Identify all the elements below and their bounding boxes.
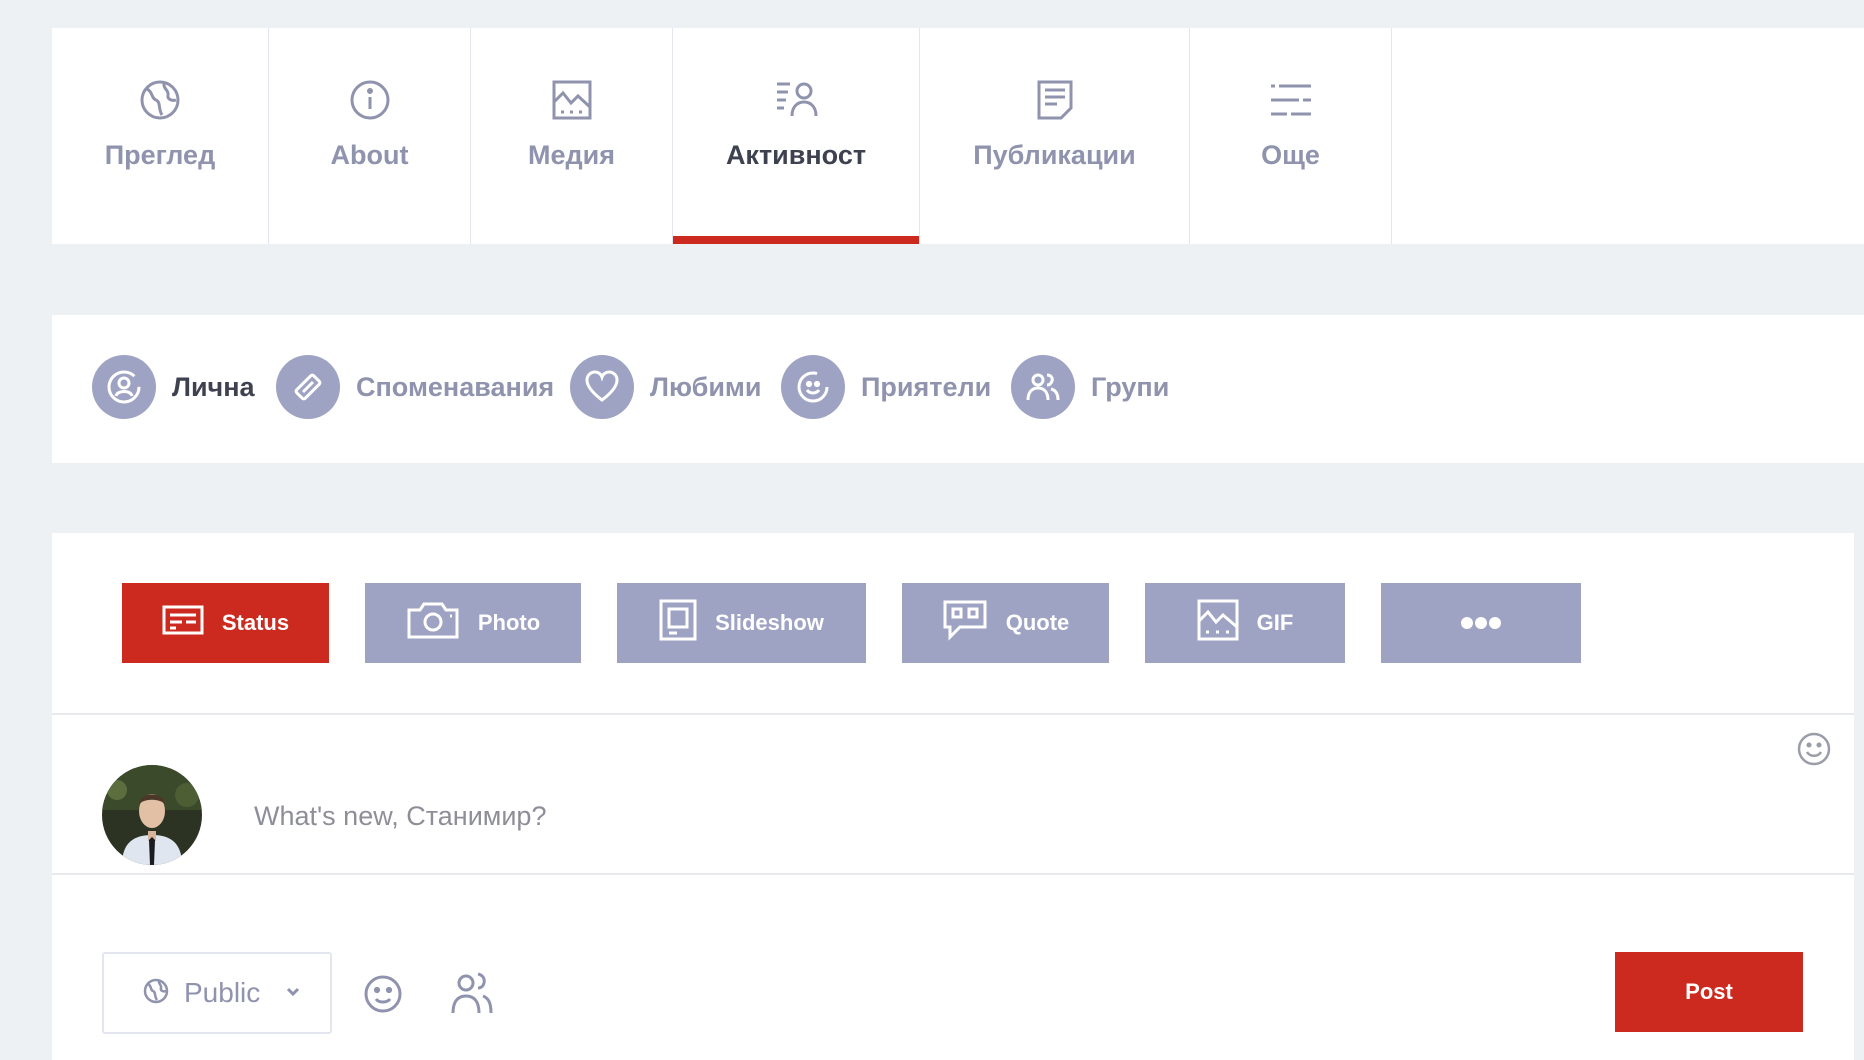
post-type-more[interactable] <box>1381 583 1581 663</box>
tag-friends-icon[interactable] <box>450 970 494 1021</box>
activity-filter-bar: Лична Споменавания Любими Приятели Групи <box>52 315 1864 463</box>
post-type-photo[interactable]: Photo <box>365 583 581 663</box>
post-type-slideshow[interactable]: Slideshow <box>617 583 866 663</box>
filter-groups[interactable]: Групи <box>1011 355 1169 419</box>
tab-label: Публикации <box>973 140 1136 170</box>
post-type-gif[interactable]: GIF <box>1145 583 1345 663</box>
post-composer: Status Photo Slideshow Quote GIF What's … <box>52 533 1854 1060</box>
avatar <box>102 765 202 865</box>
globe-icon <box>136 76 184 124</box>
tab-label: Преглед <box>104 140 216 170</box>
quote-icon <box>942 599 988 647</box>
tab-about[interactable]: About <box>269 28 471 244</box>
slideshow-icon <box>659 599 697 647</box>
tab-more[interactable]: Още <box>1190 28 1392 244</box>
personal-icon <box>92 355 156 419</box>
active-tab-indicator <box>673 236 919 244</box>
filter-label: Споменавания <box>356 371 555 402</box>
post-type-label: Slideshow <box>715 610 824 635</box>
filter-favorites[interactable]: Любими <box>570 355 762 419</box>
groups-icon <box>1011 355 1075 419</box>
activity-icon <box>772 76 820 124</box>
gallery-icon <box>548 76 596 124</box>
filter-personal[interactable]: Лична <box>92 355 255 419</box>
globe-icon <box>142 977 170 1010</box>
post-type-quote[interactable]: Quote <box>902 583 1109 663</box>
gif-icon <box>1197 599 1239 647</box>
profile-tabs: Преглед About Медия Активност Публикации… <box>52 28 1864 244</box>
info-icon <box>346 76 394 124</box>
ellipsis-icon <box>1461 610 1501 636</box>
filter-mentions[interactable]: Споменавания <box>276 355 554 419</box>
filter-friends[interactable]: Приятели <box>781 355 991 419</box>
filter-label: Любими <box>650 371 762 402</box>
emoji-icon[interactable] <box>1796 731 1832 772</box>
post-type-label: Quote <box>1005 610 1070 635</box>
privacy-label: Public <box>184 977 261 1008</box>
emoji-icon[interactable] <box>362 973 404 1020</box>
privacy-select[interactable]: Public <box>102 952 332 1034</box>
filter-label: Приятели <box>861 371 992 402</box>
post-type-label: Photo <box>477 610 541 635</box>
filter-label: Групи <box>1091 371 1170 402</box>
more-lines-icon <box>1267 76 1315 124</box>
status-input[interactable] <box>252 788 1556 844</box>
tab-label: Още <box>1261 140 1320 170</box>
mention-icon <box>276 355 340 419</box>
tab-publications[interactable]: Публикации <box>920 28 1190 244</box>
friends-icon <box>781 355 845 419</box>
tab-label: Медия <box>528 140 615 170</box>
chevron-down-icon <box>286 984 300 1002</box>
post-type-status[interactable]: Status <box>122 583 329 663</box>
post-type-label: GIF <box>1256 610 1294 635</box>
tab-overview[interactable]: Преглед <box>52 28 269 244</box>
divider <box>52 713 1854 715</box>
divider <box>52 873 1854 875</box>
heart-icon <box>570 355 634 419</box>
status-icon <box>162 603 204 643</box>
post-type-label: Status <box>221 610 290 635</box>
tab-label: About <box>330 140 409 170</box>
tab-activity[interactable]: Активност <box>673 28 920 244</box>
filter-label: Лична <box>172 371 255 402</box>
camera-icon <box>406 600 460 646</box>
tab-label: Активност <box>725 140 867 170</box>
document-icon <box>1031 76 1079 124</box>
tab-media[interactable]: Медия <box>471 28 673 244</box>
post-button[interactable]: Post <box>1615 952 1803 1032</box>
